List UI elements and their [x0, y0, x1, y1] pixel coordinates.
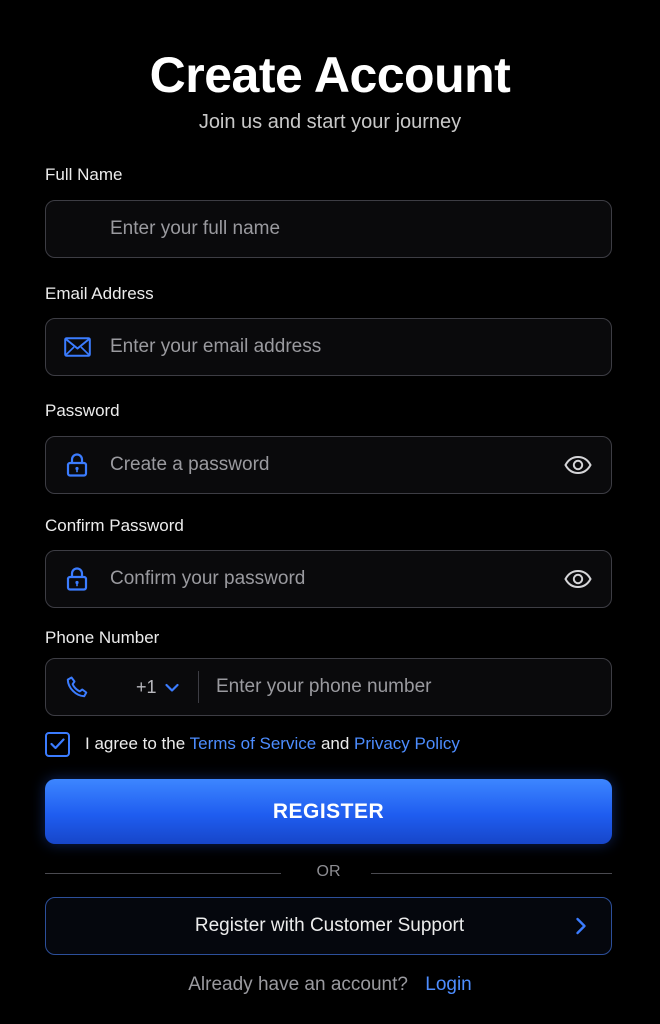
- email-label: Email Address: [45, 284, 154, 303]
- confirm-password-label: Confirm Password: [45, 516, 184, 535]
- phone-icon: [63, 675, 91, 699]
- confirm-password-field[interactable]: Confirm your password: [45, 550, 612, 608]
- eye-icon[interactable]: [563, 567, 593, 591]
- phone-label: Phone Number: [45, 628, 160, 647]
- agreement-text: I agree to the Terms of Service and Priv…: [85, 734, 460, 754]
- phone-field[interactable]: +1 Enter your phone number: [45, 658, 612, 716]
- lock-icon: [63, 567, 91, 591]
- page-subtitle: Join us and start your journey: [198, 111, 462, 133]
- password-field[interactable]: Create a password: [45, 436, 612, 494]
- phone-divider: [198, 671, 199, 703]
- email-field[interactable]: Enter your email address: [45, 318, 612, 376]
- lock-icon: [63, 453, 91, 477]
- eye-icon[interactable]: [563, 453, 593, 477]
- terms-link[interactable]: Terms of Service: [190, 734, 317, 753]
- privacy-link[interactable]: Privacy Policy: [354, 734, 460, 753]
- checkmark-icon: [50, 738, 65, 750]
- agreement-prefix: I agree to the: [85, 734, 186, 753]
- email-placeholder: Enter your email address: [110, 336, 322, 357]
- login-prompt: Already have an account? Login: [0, 974, 660, 996]
- country-code-value: +1: [136, 676, 157, 697]
- full-name-field[interactable]: Enter your full name: [45, 200, 612, 258]
- agreement-row: I agree to the Terms of Service and Priv…: [45, 731, 460, 757]
- envelope-icon: [63, 335, 91, 359]
- full-name-label: Full Name: [45, 165, 123, 184]
- country-code-select[interactable]: +1: [136, 659, 179, 715]
- or-line-right: [371, 873, 612, 874]
- register-page: Create Account Join us and start your jo…: [0, 0, 660, 1024]
- login-link[interactable]: Login: [425, 974, 472, 995]
- confirm-password-placeholder: Confirm your password: [110, 568, 306, 589]
- agree-checkbox[interactable]: [45, 731, 70, 757]
- login-prompt-text: Already have an account?: [188, 974, 408, 995]
- or-label: OR: [316, 863, 341, 880]
- customer-support-button[interactable]: Register with Customer Support: [45, 897, 612, 955]
- register-button[interactable]: REGISTER: [45, 779, 612, 844]
- customer-support-label: Register with Customer Support: [194, 915, 465, 936]
- phone-placeholder: Enter your phone number: [216, 676, 432, 697]
- agreement-conjunction: and: [320, 734, 350, 753]
- page-title: Create Account: [149, 47, 511, 103]
- chevron-right-icon: [571, 916, 591, 936]
- or-divider: OR: [45, 860, 612, 886]
- chevron-down-icon: [164, 677, 179, 698]
- full-name-placeholder: Enter your full name: [110, 218, 281, 239]
- password-placeholder: Create a password: [110, 454, 270, 475]
- password-label: Password: [45, 401, 120, 420]
